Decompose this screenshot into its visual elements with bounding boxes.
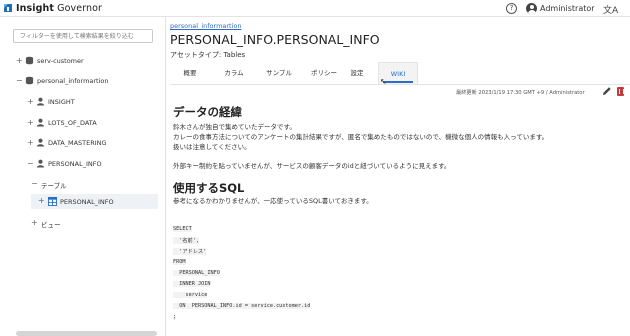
code-line: '名前', [173, 237, 199, 244]
tree-item-personal-informartion[interactable]: − personal_informartion [16, 74, 156, 88]
tree-item-views-folder[interactable]: + ビュー [31, 216, 156, 230]
code-line: SELECT [173, 226, 192, 232]
expand-icon[interactable]: + [31, 218, 39, 227]
expand-icon[interactable]: + [16, 56, 24, 65]
wiki-paragraph: 参考になるかわかりませんが、一応使っているSQL書いておきます。 [173, 197, 373, 205]
tree-item-label: テーブル [41, 182, 67, 190]
tree-item-label: serv-customer [37, 57, 84, 65]
code-line: INNER JOIN [173, 281, 211, 287]
user-menu[interactable]: Administrator [540, 4, 595, 13]
tree-item-tables-folder[interactable]: − テーブル [31, 177, 156, 191]
tab-settings[interactable]: 設定 [338, 62, 376, 84]
code-line: 'アドレス' [173, 248, 207, 255]
tree-item-label: DATA_MASTERING [48, 139, 107, 147]
database-icon [25, 76, 34, 85]
tree-item-label: INSIGHT [48, 98, 75, 106]
tree-item-label: personal_informartion [37, 77, 109, 85]
user-icon [36, 159, 45, 168]
section-heading-sql: 使用するSQL [173, 181, 245, 195]
tree-item-data-mastering[interactable]: + DATA_MASTERING [27, 136, 156, 150]
user-icon [36, 138, 45, 147]
insight-logo-icon [4, 4, 12, 12]
user-avatar-icon[interactable] [526, 3, 537, 14]
tree-item-personal-info-table[interactable]: + PERSONAL_INFO [31, 194, 158, 209]
tree-item-label: ビュー [41, 221, 61, 229]
table-icon [48, 197, 57, 206]
code-line: ON PERSONAL_INFO.id = service.customer.i… [173, 303, 311, 309]
code-line: PERSONAL_INFO [173, 270, 220, 276]
user-icon [36, 97, 45, 106]
language-icon[interactable]: 文A [603, 3, 618, 16]
wiki-paragraph: 扱いは注意してください。 [173, 143, 251, 151]
pencil-edit-icon[interactable] [602, 86, 612, 96]
last-updated-text: 最終更新 2023/1/19 17:30 GMT +9 / Administra… [456, 90, 585, 96]
tree-item-label: PERSONAL_INFO [60, 198, 114, 206]
sidebar-scrollbar[interactable] [16, 331, 157, 336]
tree-item-lots-of-data[interactable]: + LOTS_OF_DATA [27, 116, 156, 130]
help-icon[interactable]: ? [506, 3, 517, 14]
trash-delete-icon[interactable] [617, 87, 624, 96]
wiki-paragraph: カレーの食事方法についてのアンケートの集計結果ですが、匿名で集めたものではないの… [173, 133, 549, 141]
tab-divider [170, 84, 630, 85]
tab-bar: 概要 カラム サンプル ポリシー 設定 WIKI [170, 62, 630, 84]
collapse-icon[interactable]: − [16, 76, 24, 85]
tree-item-label: PERSONAL_INFO [48, 160, 102, 168]
wiki-paragraph: 外部キー制約を貼っていませんが、サービスの顧客データのidと紐づいているように見… [173, 162, 451, 170]
tab-overview[interactable]: 概要 [170, 62, 210, 84]
top-bar: Insight Governor ? Administrator 文A [0, 0, 630, 17]
tree-item-insight[interactable]: + INSIGHT [27, 95, 156, 109]
expand-icon[interactable]: + [27, 118, 35, 127]
tree-item-personal-info-schema[interactable]: − PERSONAL_INFO [27, 157, 156, 171]
collapse-icon[interactable]: − [27, 159, 35, 168]
app-brand[interactable]: Insight Governor [16, 3, 102, 14]
main-panel: personal_informartion PERSONAL_INFO.PERS… [166, 17, 630, 336]
search-input[interactable] [13, 29, 153, 43]
collapse-icon[interactable]: − [31, 179, 39, 188]
database-icon [25, 56, 34, 65]
page-title: PERSONAL_INFO.PERSONAL_INFO [170, 32, 380, 47]
tab-columns[interactable]: カラム [212, 62, 256, 84]
asset-type: アセットタイプ: Tables [170, 51, 246, 59]
code-line: service [173, 292, 208, 298]
code-line: FROM [173, 259, 186, 265]
tree-item-serv-customer[interactable]: + serv-customer [16, 54, 156, 68]
breadcrumb-link[interactable]: personal_informartion [170, 22, 242, 30]
user-icon [36, 118, 45, 127]
expand-icon[interactable]: + [27, 97, 35, 106]
sidebar: + serv-customer − personal_informartion … [0, 17, 166, 336]
wiki-paragraph: 鈴木さんが独自で集めていたデータです。 [173, 123, 296, 131]
tab-sample[interactable]: サンプル [257, 62, 301, 84]
code-line: ; [173, 314, 177, 320]
expand-icon[interactable]: + [27, 138, 35, 147]
tree-item-label: LOTS_OF_DATA [48, 119, 97, 127]
expand-icon[interactable]: + [38, 196, 46, 205]
section-heading-history: データの経緯 [173, 105, 242, 119]
